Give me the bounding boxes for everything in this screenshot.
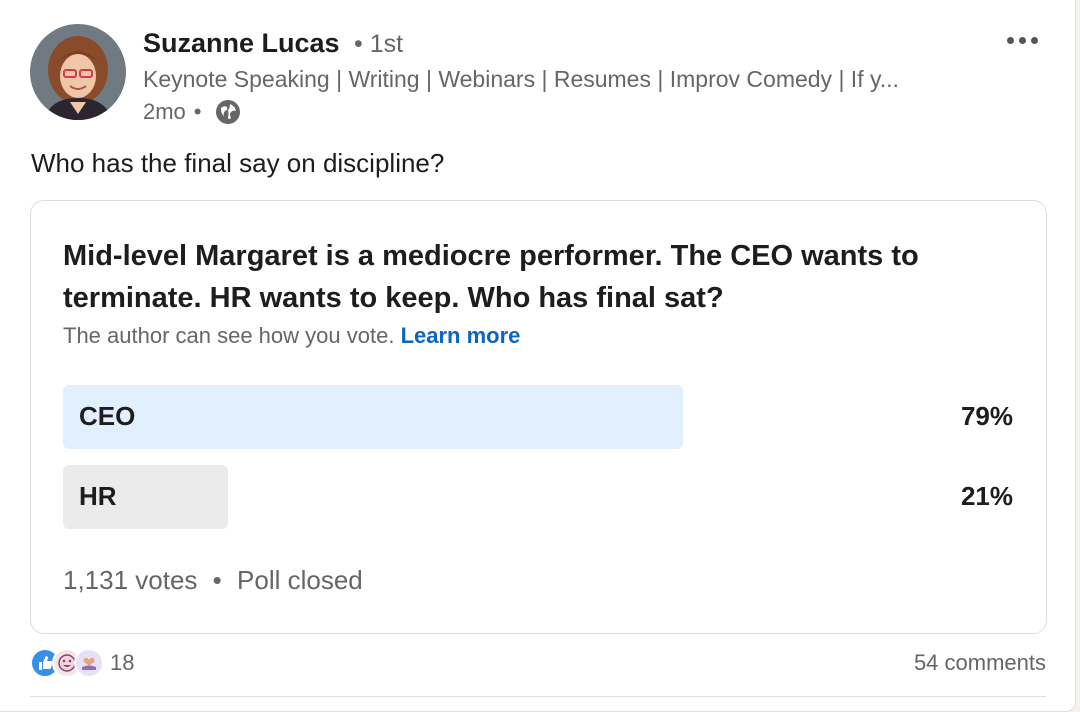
comments-count[interactable]: 54 comments — [914, 650, 1046, 676]
support-icon — [74, 648, 104, 678]
poll-result-bar — [63, 385, 683, 449]
poll-option-ceo: CEO 79% — [63, 385, 1013, 449]
poll-card: Mid-level Margaret is a mediocre perform… — [30, 200, 1047, 634]
globe-icon — [214, 98, 242, 126]
social-counts: 18 54 comments — [30, 648, 1046, 682]
learn-more-link[interactable]: Learn more — [401, 323, 521, 348]
more-dot — [1030, 36, 1038, 44]
more-horizontal-icon — [1006, 36, 1014, 44]
author-headline: Keynote Speaking | Writing | Webinars | … — [143, 66, 899, 92]
poll-option-label: CEO — [79, 401, 136, 431]
poll-footer: 1,131 votes • Poll closed — [63, 565, 363, 596]
feed-post-card: Suzanne Lucas • 1st Keynote Speaking | W… — [0, 0, 1076, 712]
reaction-count: 18 — [110, 650, 135, 675]
more-options-button[interactable] — [996, 26, 1048, 54]
post-time: 2mo — [143, 99, 186, 124]
poll-note-text: The author can see how you vote. — [63, 323, 395, 348]
reactions-summary[interactable]: 18 — [30, 648, 134, 678]
post-meta: 2mo • — [143, 98, 242, 126]
separator-dot: • — [193, 99, 202, 124]
more-dot — [1018, 36, 1026, 44]
separator-dot: • — [212, 565, 222, 595]
post-text: Who has the final say on discipline? — [31, 148, 445, 178]
poll-option-percent: 79% — [960, 401, 1013, 431]
connection-degree: • 1st — [354, 30, 404, 58]
poll-vote-count[interactable]: 1,131 votes — [63, 565, 197, 595]
divider — [30, 696, 1046, 697]
poll-option-hr: HR 21% — [63, 465, 1013, 529]
poll-privacy-note: The author can see how you vote. Learn m… — [63, 323, 520, 349]
poll-option-percent: 21% — [960, 481, 1013, 511]
poll-option-label: HR — [79, 481, 117, 511]
poll-status: Poll closed — [237, 565, 363, 595]
avatar[interactable] — [30, 24, 126, 120]
poll-question: Mid-level Margaret is a mediocre perform… — [63, 240, 919, 314]
author-name[interactable]: Suzanne Lucas — [143, 28, 340, 59]
